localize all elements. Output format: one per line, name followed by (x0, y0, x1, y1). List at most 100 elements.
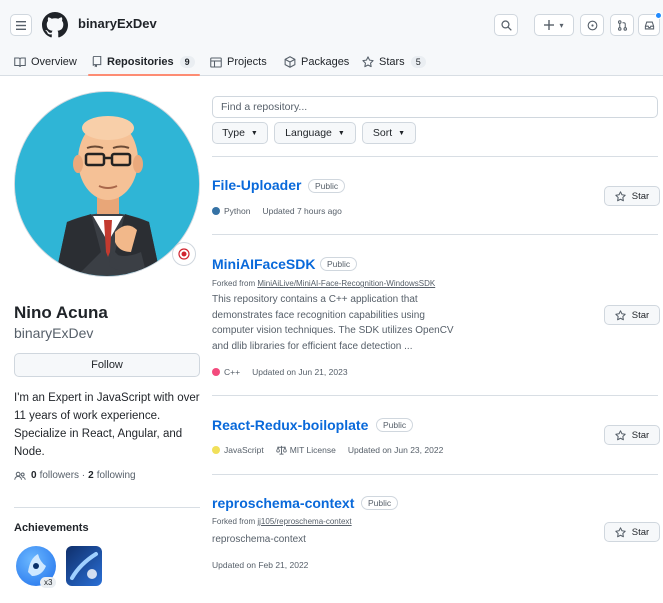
search-icon (500, 19, 512, 31)
forked-prefix: Forked from (212, 517, 256, 526)
type-filter-button[interactable]: Type ▼ (212, 122, 268, 144)
profile-handle: binaryExDev (14, 325, 94, 341)
language-color-dot (212, 446, 220, 454)
star-button[interactable]: Star (604, 425, 660, 445)
profile-nav-tabs: Overview Repositories 9 Projects Package… (0, 48, 663, 76)
repo-meta: Updated on Feb 21, 2022 (212, 560, 308, 570)
repo-updated: Updated on Jun 23, 2022 (347, 445, 444, 455)
following-label[interactable]: following (97, 470, 136, 481)
top-header: binaryExDev ▾ (0, 0, 663, 48)
list-divider (212, 474, 658, 475)
tab-stars[interactable]: Stars 5 (362, 53, 426, 71)
visibility-badge: Public (308, 179, 346, 193)
star-icon (615, 190, 626, 201)
forked-prefix: Forked from (212, 279, 256, 288)
visibility-badge: Public (320, 257, 358, 271)
tab-packages[interactable]: Packages (284, 53, 349, 71)
visibility-badge: Public (361, 496, 399, 510)
follow-stats: 0 followers · 2 following (14, 470, 136, 481)
forked-from-link[interactable]: MiniAiLive/MiniAI-Face-Recognition-Windo… (257, 279, 435, 288)
star-button[interactable]: Star (604, 305, 660, 325)
language-filter-button[interactable]: Language ▼ (274, 122, 356, 144)
sort-filter-button[interactable]: Sort ▼ (362, 122, 416, 144)
tab-overview[interactable]: Overview (14, 53, 77, 71)
badge-art-icon (70, 552, 98, 580)
tab-label: Repositories (107, 56, 174, 68)
star-label: Star (631, 526, 650, 538)
search-button[interactable] (494, 14, 518, 36)
repo-updated: Updated 7 hours ago (262, 206, 342, 216)
inbox-icon (644, 21, 654, 29)
achievement-badge-pull-shark[interactable]: x3 (16, 546, 57, 588)
following-count[interactable]: 2 (88, 470, 94, 481)
chevron-down-icon: ▼ (337, 129, 345, 137)
description-line: and dlib libraries for efficient face de… (212, 340, 413, 352)
achievement-badge-quickdraw[interactable] (66, 546, 102, 586)
list-divider (212, 395, 658, 396)
description-line: reproschema-context (212, 534, 306, 545)
notification-indicator (655, 12, 662, 19)
followers-count[interactable]: 0 (31, 470, 37, 481)
follow-button[interactable]: Follow (14, 353, 200, 377)
star-icon (615, 526, 626, 537)
tab-label: Stars (379, 56, 405, 68)
tab-label: Packages (301, 56, 350, 68)
law-icon (275, 445, 287, 455)
status-emoji-button[interactable] (172, 242, 196, 266)
star-label: Star (631, 309, 650, 321)
tab-projects[interactable]: Projects (210, 53, 267, 71)
repo-updated: Updated on Feb 21, 2022 (212, 560, 309, 570)
list-divider (212, 156, 658, 157)
issues-button[interactable] (580, 14, 604, 36)
forked-from-text: Forked from MiniAiLive/MiniAI-Face-Recog… (212, 279, 435, 288)
star-label: Star (631, 429, 650, 441)
star-label: Star (631, 190, 650, 202)
description-line: This repository contains a C++ applicati… (212, 294, 418, 305)
achievements-title: Achievements (14, 522, 89, 534)
hamburger-icon[interactable] (10, 14, 32, 36)
issues-icon (587, 20, 597, 30)
repo-name-link[interactable]: reproschema-context (212, 495, 354, 511)
star-button[interactable]: Star (604, 522, 660, 542)
forked-from-link[interactable]: jj105/reproschema-context (257, 517, 351, 526)
language-color-dot (212, 368, 220, 376)
active-tab-indicator (88, 74, 200, 76)
repo-updated: Updated on Jun 21, 2023 (252, 367, 348, 377)
find-repository-input[interactable]: Find a repository... (212, 96, 658, 118)
description-line: demonstrates face recognition capabiliti… (212, 309, 425, 321)
header-username[interactable]: binaryExDev (78, 16, 157, 31)
star-icon (615, 429, 626, 440)
repo-language: JavaScript (224, 445, 264, 455)
repo-language: C++ (224, 367, 241, 377)
profile-full-name: Nino Acuna (14, 303, 108, 322)
repo-icon (92, 56, 102, 68)
repo-description: This repository contains a C++ applicati… (212, 292, 454, 354)
tab-label: Projects (227, 56, 267, 68)
repo-name-link[interactable]: File-Uploader (212, 177, 301, 193)
filter-label: Type (222, 127, 245, 139)
repo-meta: C++ Updated on Jun 21, 2023 (212, 367, 348, 377)
tab-count: 9 (179, 56, 195, 68)
table-icon (210, 56, 222, 68)
repo-name-link[interactable]: MiniAIFaceSDK (212, 256, 315, 272)
tab-count: 5 (410, 56, 426, 68)
followers-label[interactable]: followers · (40, 470, 86, 481)
chevron-down-icon: ▾ (559, 20, 564, 30)
inbox-button[interactable] (638, 12, 662, 36)
pull-requests-button[interactable] (610, 14, 634, 36)
repo-license: MIT License (289, 445, 336, 455)
star-icon (362, 56, 374, 68)
tab-label: Overview (31, 56, 77, 68)
create-new-button[interactable]: ▾ (534, 14, 574, 36)
repo-name-link[interactable]: React-Redux-boiloplate (212, 417, 368, 433)
chevron-down-icon: ▼ (250, 129, 258, 137)
language-color-dot (212, 207, 220, 215)
star-icon (615, 309, 626, 320)
pull-requests-icon (617, 19, 627, 31)
star-button[interactable]: Star (604, 186, 660, 206)
chevron-down-icon: ▼ (398, 129, 406, 137)
tab-repositories[interactable]: Repositories 9 (92, 53, 195, 71)
forked-from-text: Forked from jj105/reproschema-context (212, 517, 352, 526)
description-line: computer vision techniques. The SDK util… (212, 325, 454, 336)
github-logo[interactable] (42, 12, 68, 38)
